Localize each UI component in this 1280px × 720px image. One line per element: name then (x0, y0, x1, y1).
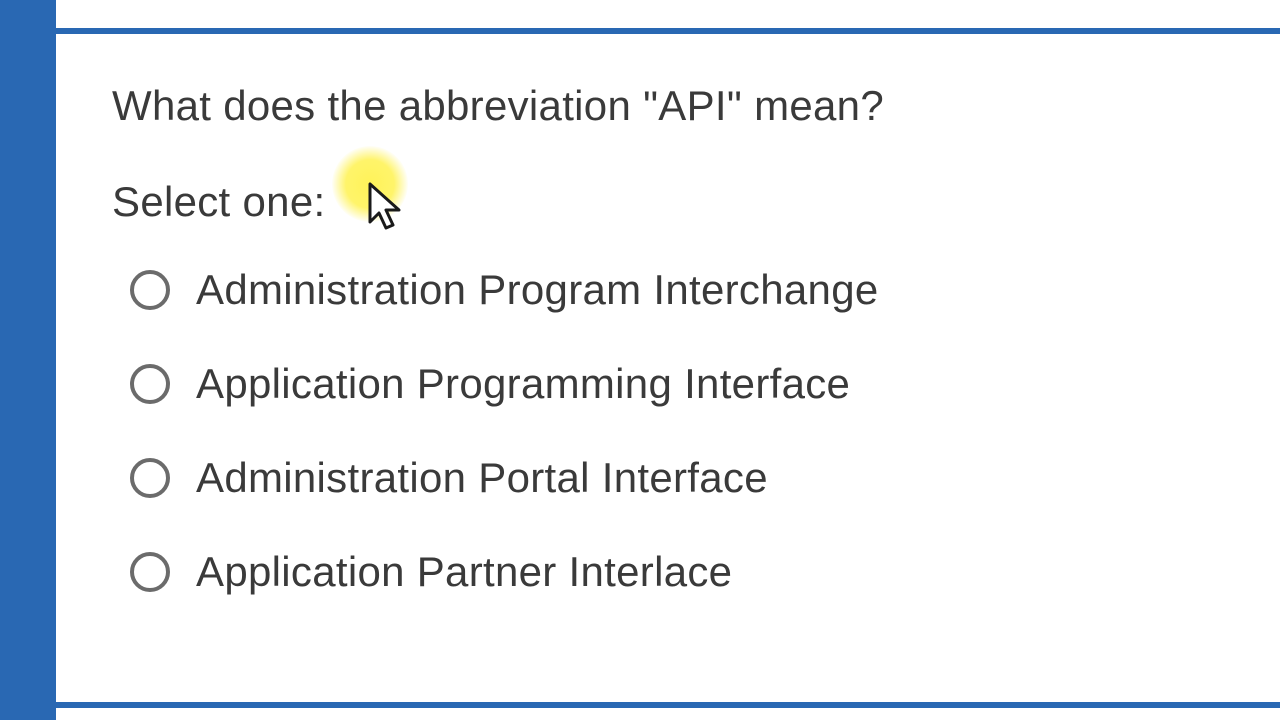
option-label: Application Partner Interlace (196, 548, 732, 596)
radio-icon[interactable] (130, 270, 170, 310)
quiz-container: What does the abbreviation "API" mean? S… (0, 0, 1280, 720)
option-row[interactable]: Administration Portal Interface (130, 454, 1224, 502)
option-label: Administration Portal Interface (196, 454, 768, 502)
option-row[interactable]: Application Programming Interface (130, 360, 1224, 408)
radio-icon[interactable] (130, 364, 170, 404)
question-panel: What does the abbreviation "API" mean? S… (56, 28, 1280, 708)
left-accent-bar (0, 0, 56, 720)
radio-icon[interactable] (130, 552, 170, 592)
option-row[interactable]: Application Partner Interlace (130, 548, 1224, 596)
option-row[interactable]: Administration Program Interchange (130, 266, 1224, 314)
radio-icon[interactable] (130, 458, 170, 498)
options-list: Administration Program Interchange Appli… (112, 266, 1224, 596)
option-label: Application Programming Interface (196, 360, 850, 408)
select-one-label: Select one: (112, 178, 325, 226)
question-text: What does the abbreviation "API" mean? (112, 82, 1224, 130)
option-label: Administration Program Interchange (196, 266, 879, 314)
